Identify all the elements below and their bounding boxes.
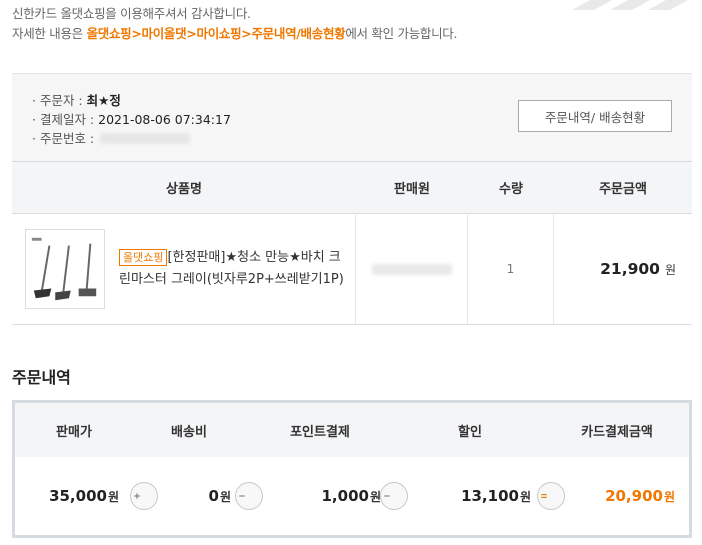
card-payment-value: 20,900 [605,487,663,505]
card-payment-unit: 원 [663,489,675,504]
header-card-payment: 카드결제금액 [581,424,653,440]
sale-price-unit: 원 [107,489,119,504]
discount: 13,100 원 [395,457,545,535]
plus-icon [130,482,158,510]
intro-line-2-prefix: 자세한 내용은 [12,26,87,41]
seller-redacted [371,263,452,275]
point-payment: 1,000 원 [245,457,395,535]
order-tracking-button[interactable]: 주문내역/ 배송현황 [518,100,672,132]
header-product-name: 상품명 [166,182,202,197]
mall-badge: 올댓쇼핑 [119,249,168,266]
order-number-label: · 주문번호 : [32,131,95,146]
product-cell: 올댓쇼핑 [한정판매]★청소 만능★바치 크린마스터 그레이(빗자루2P+쓰레받기… [12,214,356,324]
intro-line-1: 신한카드 올댓쇼핑을 이용해주셔서 감사합니다. [12,6,251,21]
minus-icon [380,482,408,510]
header-point-payment: 포인트결제 [290,424,350,440]
payment-summary: 판매가 배송비 포인트결제 할인 카드결제금액 35,000 원 0원 1,000… [12,400,692,538]
shipping-fee-unit: 원 [219,489,231,504]
order-info: · 주문자 : 최★정 · 결제일자 :2021-08-06 07:34:17 ·… [32,91,231,148]
summary-header: 판매가 배송비 포인트결제 할인 카드결제금액 [15,403,689,457]
card-payment: 20,900 원 [545,457,689,535]
header-sale-price: 판매가 [56,424,92,440]
amount-value: 21,900 [600,260,660,278]
header-amount: 주문금액 [599,182,647,197]
header-shipping: 배송비 [171,424,207,440]
section-title: 주문내역 [12,368,71,387]
header-quantity: 수량 [499,182,523,197]
sale-price-value: 35,000 [49,487,107,505]
header-seller: 판매원 [394,182,430,197]
minus-icon [235,482,263,510]
summary-values: 35,000 원 0원 1,000 원 13,100 원 20,900 원 [15,457,689,535]
order-number-redacted [100,133,191,144]
amount-unit: 원 [664,262,676,277]
order-date-label: · 결제일자 : [32,112,95,127]
amount-cell: 21,900 원 [554,214,692,324]
product-table-header: 상품명 판매원 수량 주문금액 [12,162,692,214]
table-row: 올댓쇼핑 [한정판매]★청소 만능★바치 크린마스터 그레이(빗자루2P+쓰레받기… [12,214,692,325]
corner-decoration [572,0,688,10]
sale-price: 35,000 원 [15,457,133,535]
order-info-box: · 주문자 : 최★정 · 결제일자 :2021-08-06 07:34:17 ·… [12,73,692,162]
point-payment-value: 1,000 [321,487,369,505]
shipping-fee-value: 0 [208,487,219,505]
intro-line-2: 자세한 내용은 올댓쇼핑>마이올댓>마이쇼핑>주문내역/배송현황에서 확인 가능… [12,24,457,44]
intro-path-link: 올댓쇼핑>마이올댓>마이쇼핑>주문내역/배송현황 [86,26,346,41]
discount-value: 13,100 [461,487,519,505]
intro-message: 신한카드 올댓쇼핑을 이용해주셔서 감사합니다. 자세한 내용은 올댓쇼핑>마이… [12,4,457,44]
orderer-label: · 주문자 : [32,93,83,108]
product-name[interactable]: 올댓쇼핑 [한정판매]★청소 만능★바치 크린마스터 그레이(빗자루2P+쓰레받기… [119,247,344,291]
equals-icon [537,482,565,510]
header-discount: 할인 [458,424,482,440]
seller-cell [356,214,468,324]
discount-unit: 원 [519,489,531,504]
product-thumbnail[interactable] [25,229,105,309]
order-date-value: 2021-08-06 07:34:17 [98,112,231,127]
orderer-value: 최★정 [86,93,121,108]
intro-line-2-suffix: 에서 확인 가능합니다. [345,26,458,41]
quantity-cell: 1 [468,214,554,324]
